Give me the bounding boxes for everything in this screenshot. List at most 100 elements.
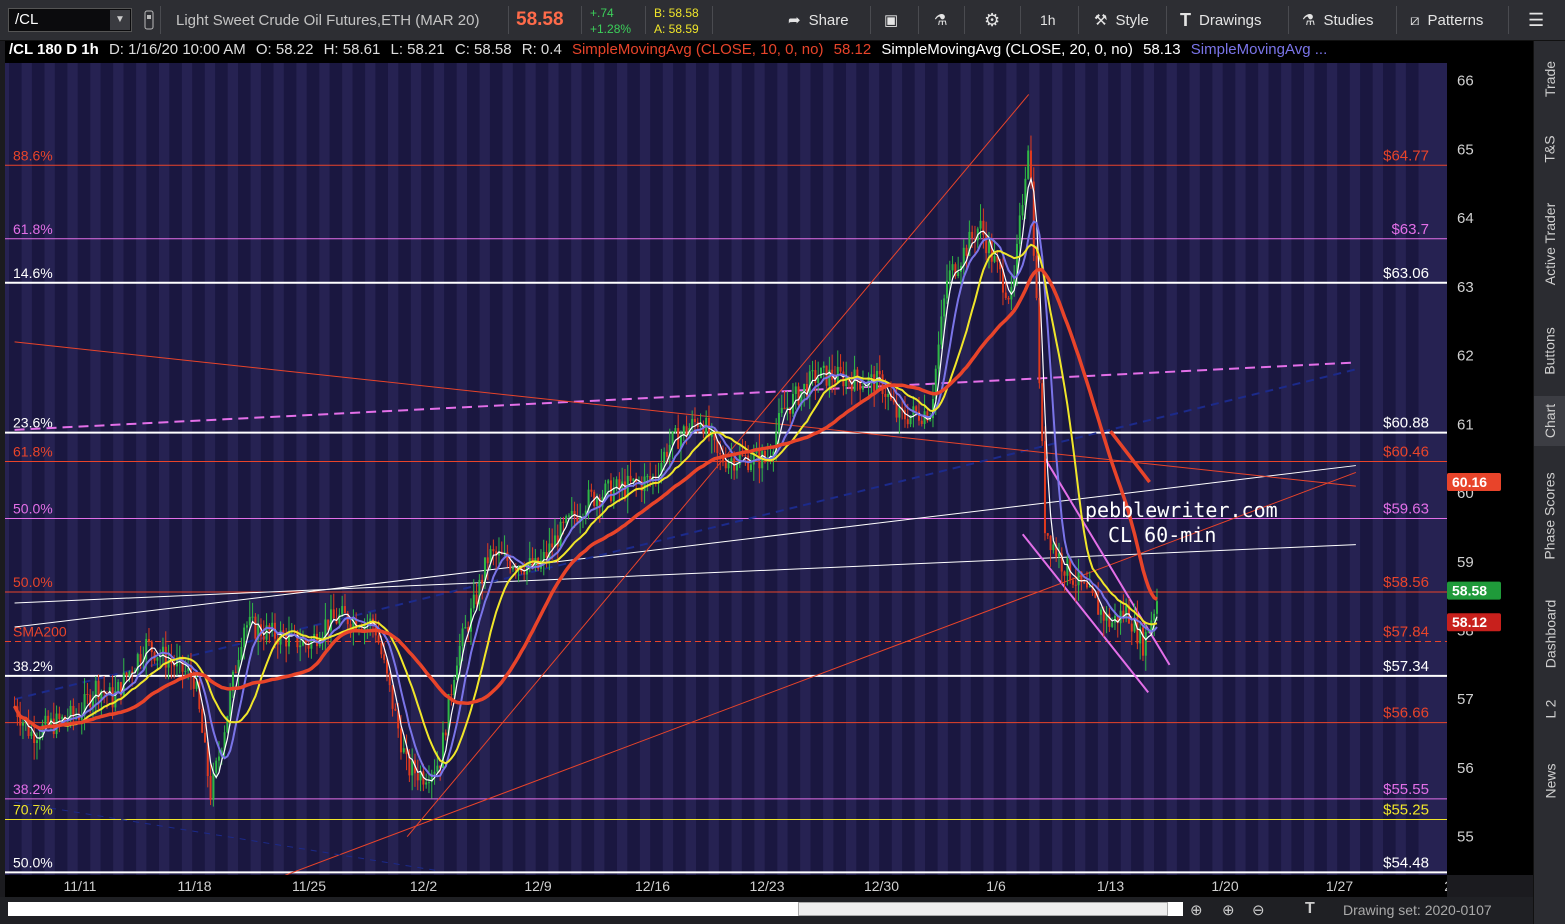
- flask-icon[interactable]: ⚗: [934, 0, 947, 40]
- session-stripe: [169, 63, 182, 875]
- candle-body: [416, 773, 419, 781]
- candle-body: [559, 521, 562, 547]
- zoom-out-icon[interactable]: ⊖: [1252, 901, 1265, 919]
- side-tab-t-s[interactable]: T&S: [1534, 116, 1565, 181]
- candle-body: [590, 489, 593, 492]
- candle-body: [724, 462, 727, 469]
- side-tab-dashboard[interactable]: Dashboard: [1534, 586, 1565, 681]
- link-icon[interactable]: [142, 0, 156, 40]
- candle-body: [332, 609, 335, 619]
- candle-body: [341, 606, 344, 615]
- menu-icon[interactable]: ☰: [1528, 0, 1544, 40]
- candle-body: [461, 628, 464, 646]
- chevron-down-icon[interactable]: ▼: [110, 10, 130, 30]
- session-stripe: [902, 63, 915, 875]
- candle-body: [58, 713, 61, 720]
- candle-body: [411, 760, 414, 776]
- scrollbar-thumb[interactable]: [798, 902, 1168, 916]
- candle-body: [1111, 622, 1114, 627]
- session-stripe: [352, 63, 366, 875]
- candle-body: [551, 543, 554, 548]
- side-tab-chart[interactable]: Chart: [1534, 396, 1565, 446]
- candle-body: [1099, 609, 1102, 615]
- candle-body: [1038, 298, 1041, 384]
- candle-body: [887, 393, 890, 397]
- candle-body: [951, 264, 954, 271]
- side-tab-news[interactable]: News: [1534, 736, 1565, 826]
- side-tab-buttons[interactable]: Buttons: [1534, 306, 1565, 396]
- time-axis[interactable]: 11/11 11/18 11/25 12/2 12/9 12/16 12/23 12/30 1/…: [5, 875, 1447, 897]
- price-axis[interactable]: 55565758596061626364656660.1658.5858.12: [1447, 41, 1533, 875]
- side-tab-trade[interactable]: Trade: [1534, 41, 1565, 116]
- candle-body: [822, 365, 825, 368]
- candle-body: [607, 480, 610, 484]
- candle-body: [839, 366, 842, 372]
- studies-icon: ⚗: [1302, 12, 1316, 29]
- time-tick-label: 2/3: [1444, 878, 1447, 894]
- candle-body: [509, 560, 512, 570]
- fib-price-label: $58.56: [1383, 574, 1429, 591]
- fib-percent-label: 38.2%: [13, 781, 53, 797]
- candle-body: [30, 731, 33, 736]
- zoom-in-icon[interactable]: ⊕: [1190, 901, 1203, 919]
- candle-body: [1041, 383, 1044, 442]
- candle-body: [377, 635, 380, 643]
- candle-body: [427, 782, 430, 784]
- studies-button[interactable]: ⚗ Studies: [1302, 0, 1374, 40]
- session-stripe: [1337, 63, 1350, 875]
- time-tick-label: 11/25: [292, 878, 326, 894]
- legend-sma3: SimpleMovingAvg ...: [1190, 41, 1328, 58]
- fib-price-label: $56.66: [1383, 705, 1429, 722]
- session-stripe: [558, 63, 572, 875]
- price-chart[interactable]: $64.7788.6%$63.761.8%$63.0614.6%$60.8823…: [5, 41, 1447, 875]
- horizontal-scrollbar[interactable]: [8, 902, 1183, 916]
- side-tab-label: T&S: [1541, 134, 1558, 163]
- candle-body: [646, 476, 649, 478]
- candle-body: [128, 671, 131, 677]
- candle-body: [402, 748, 405, 753]
- candle-body: [1130, 623, 1133, 632]
- price-tick-label: 59: [1457, 554, 1474, 571]
- legend-sma20: SimpleMovingAvg (CLOSE, 20, 0, no): [881, 41, 1133, 58]
- session-stripe: [100, 63, 114, 875]
- candle-body: [915, 406, 918, 412]
- session-stripe: [375, 63, 388, 875]
- fib-price-label: $55.25: [1383, 801, 1429, 818]
- timeframe-button[interactable]: 1h: [1040, 0, 1056, 40]
- text-tool-icon[interactable]: T: [1305, 900, 1315, 918]
- detach-icon[interactable]: ▣: [884, 0, 898, 40]
- crosshair-icon[interactable]: ⊕: [1222, 901, 1235, 919]
- candle-body: [1088, 586, 1091, 588]
- candle-body: [285, 634, 288, 647]
- candle: [1041, 379, 1044, 446]
- price-badge: 58.12: [1447, 613, 1501, 632]
- share-button[interactable]: ➦ Share: [788, 0, 849, 40]
- candle-body: [380, 642, 383, 655]
- candle-body: [35, 740, 38, 744]
- candle-body: [86, 694, 89, 696]
- candle-body: [780, 407, 783, 414]
- candle: [198, 678, 201, 713]
- side-tab-l-2[interactable]: L 2: [1534, 681, 1565, 736]
- candle-body: [394, 708, 397, 711]
- candle-body: [383, 654, 386, 660]
- gear-icon[interactable]: ⚙: [984, 0, 1000, 40]
- patterns-button[interactable]: ⧄ Patterns: [1410, 0, 1483, 40]
- session-stripe: [1383, 63, 1396, 875]
- drawings-button[interactable]: T Drawings: [1180, 0, 1262, 40]
- time-tick-label: 1/6: [986, 878, 1006, 894]
- candle-body: [472, 594, 475, 609]
- candle-body: [940, 316, 943, 345]
- side-tab-phase-scores[interactable]: Phase Scores: [1534, 446, 1565, 586]
- side-tab-active-trader[interactable]: Active Trader: [1534, 181, 1565, 306]
- session-stripe: [54, 63, 68, 875]
- candle-body: [203, 732, 206, 743]
- side-tab-label: News: [1542, 763, 1559, 799]
- time-tick-label: 12/16: [635, 878, 670, 894]
- candle-body: [979, 220, 982, 229]
- style-button[interactable]: ⚒ Style: [1094, 0, 1149, 40]
- candle-body: [825, 365, 828, 386]
- candle-body: [1083, 582, 1086, 584]
- legend-high: H: 58.61: [323, 41, 381, 58]
- style-icon: ⚒: [1094, 12, 1108, 29]
